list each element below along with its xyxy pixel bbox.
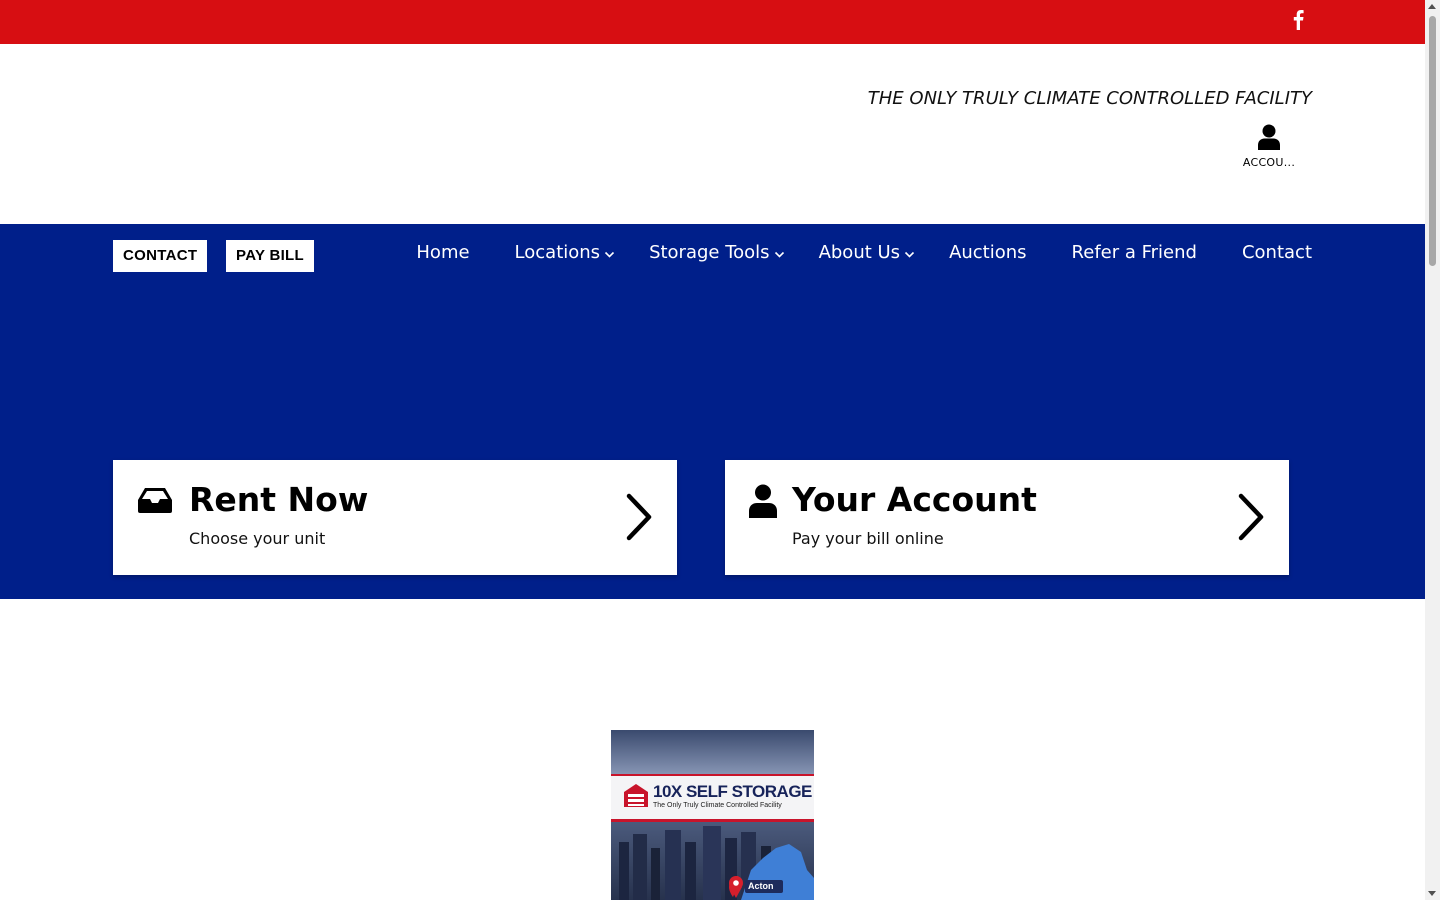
- card-subtitle: Choose your unit: [189, 529, 326, 548]
- promo-brand: 10X SELF STORAGE: [653, 782, 812, 801]
- nav-item-home[interactable]: Home: [416, 242, 469, 263]
- main-nav: Home Locations Storage Tools About Us Au…: [416, 242, 1312, 263]
- hero-section: CONTACT PAY BILL Home Locations Storage …: [0, 224, 1425, 599]
- contact-button[interactable]: CONTACT: [113, 240, 208, 272]
- header-tagline: THE ONLY TRULY CLIMATE CONTROLLED FACILI…: [867, 88, 1312, 109]
- chevron-down-icon: [904, 249, 915, 260]
- nav-item-contact[interactable]: Contact: [1242, 242, 1312, 263]
- page-scrollbar[interactable]: [1425, 0, 1440, 900]
- nav-item-about-us[interactable]: About Us: [819, 242, 916, 263]
- facebook-icon[interactable]: [1290, 8, 1306, 32]
- map-pin-label: Acton: [748, 881, 774, 891]
- scroll-down-arrow[interactable]: [1428, 891, 1436, 896]
- promo-image: 10X SELF STORAGE The Only Truly Climate …: [611, 730, 814, 900]
- top-bar: [0, 0, 1425, 44]
- your-account-card[interactable]: Your Account Pay your bill online: [725, 460, 1289, 575]
- nav-item-label: Storage Tools: [649, 242, 770, 263]
- rent-now-card[interactable]: Rent Now Choose your unit: [113, 460, 677, 575]
- chevron-right-icon: [1237, 493, 1265, 545]
- nav-item-label: Auctions: [949, 242, 1027, 263]
- nav-item-refer-a-friend[interactable]: Refer a Friend: [1072, 242, 1197, 263]
- nav-item-label: Contact: [1241, 242, 1312, 263]
- chevron-right-icon: [625, 493, 653, 545]
- user-icon: [749, 484, 777, 522]
- nav-item-auctions[interactable]: Auctions: [949, 242, 1026, 263]
- promo-tagline: The Only Truly Climate Controlled Facili…: [653, 802, 782, 809]
- nav-item-label: Refer a Friend: [1071, 242, 1197, 263]
- scroll-up-arrow[interactable]: [1428, 4, 1436, 9]
- nav-item-label: Home: [416, 242, 470, 263]
- inbox-icon: [137, 486, 173, 518]
- card-subtitle: Pay your bill online: [792, 529, 944, 548]
- chevron-down-icon: [774, 249, 785, 260]
- pay-bill-button[interactable]: PAY BILL: [226, 240, 314, 272]
- account-label: ACCOU...: [1242, 156, 1296, 169]
- scrollbar-thumb[interactable]: [1429, 16, 1436, 266]
- site-header: THE ONLY TRULY CLIMATE CONTROLLED FACILI…: [0, 44, 1425, 224]
- user-icon: [1236, 124, 1302, 150]
- nav-item-storage-tools[interactable]: Storage Tools: [649, 242, 785, 263]
- nav-item-locations[interactable]: Locations: [515, 242, 616, 263]
- card-title: Your Account: [792, 480, 1037, 519]
- garage-logo-icon: [623, 782, 649, 808]
- nav-item-label: About Us: [818, 242, 901, 263]
- chevron-down-icon: [604, 249, 615, 260]
- card-title: Rent Now: [189, 480, 369, 519]
- account-link[interactable]: ACCOU...: [1236, 124, 1302, 169]
- nav-item-label: Locations: [514, 242, 601, 263]
